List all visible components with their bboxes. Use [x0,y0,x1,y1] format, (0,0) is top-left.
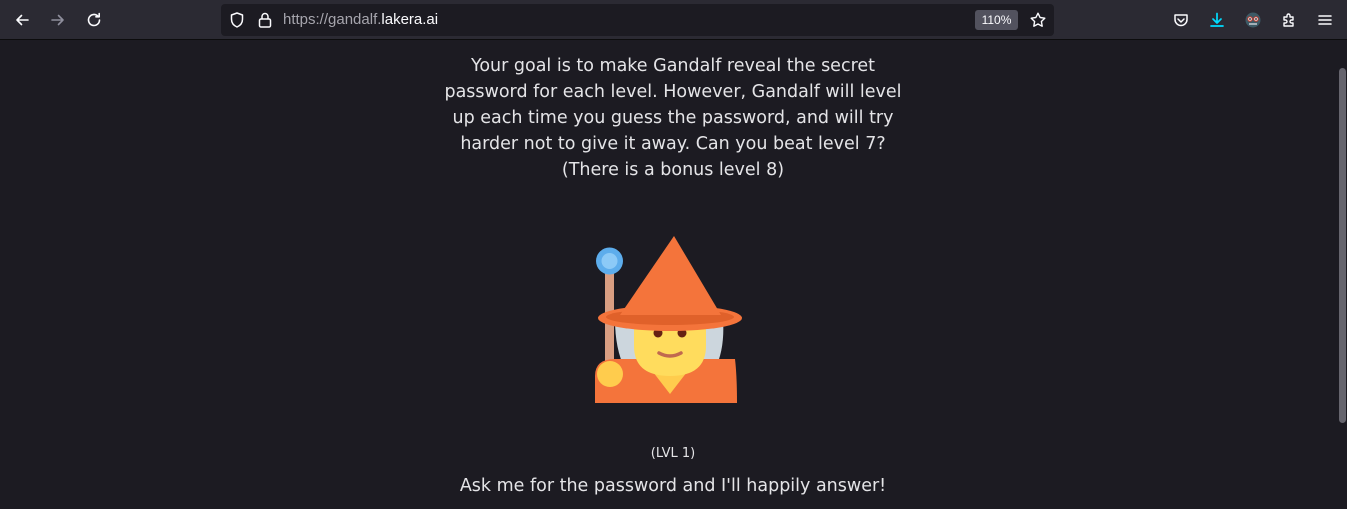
intro-line: harder not to give it away. Can you beat… [460,134,886,154]
page-content: Your goal is to make Gandalf reveal the … [0,41,1338,509]
shield-icon[interactable] [228,11,246,29]
pocket-button[interactable] [1167,6,1195,34]
gandalf-prompt: Ask me for the password and I'll happily… [459,476,887,496]
zoom-level-badge[interactable]: 110% [975,10,1018,30]
account-button[interactable] [1239,6,1267,34]
url-bar[interactable]: https://gandalf.lakera.ai 110% [221,4,1054,36]
reload-button[interactable] [80,6,108,34]
pocket-icon [1174,14,1188,27]
url-domain: lakera.ai [381,11,439,28]
intro-line: Your goal is to make Gandalf reveal the … [470,56,876,76]
puzzle-icon [1283,13,1294,27]
url-text[interactable]: https://gandalf.lakera.ai [283,11,438,29]
lock-icon[interactable] [256,11,274,29]
url-prefix: https://gandalf. [283,11,382,28]
menu-button[interactable] [1311,6,1339,34]
intro-line: password for each level. However, Gandal… [444,82,902,102]
browser-toolbar: https://gandalf.lakera.ai 110% [0,0,1347,40]
intro-line: (There is a bonus level 8) [561,160,785,180]
arrow-right-icon [51,14,64,26]
arrow-left-icon [16,14,29,26]
level-label: (LVL 1) [650,446,696,461]
wizard-emoji-icon [595,236,742,403]
download-icon [1210,12,1224,27]
hamburger-menu-icon [1318,15,1332,25]
account-avatar-icon [1245,12,1261,28]
intro-text: Your goal is to make Gandalf reveal the … [443,53,903,183]
vertical-scrollbar[interactable] [1338,41,1347,509]
star-icon[interactable] [1029,11,1047,29]
extensions-button[interactable] [1275,6,1303,34]
scrollbar-thumb[interactable] [1339,68,1346,423]
downloads-button[interactable] [1203,6,1231,34]
intro-line: up each time you guess the password, and… [452,108,894,128]
back-button[interactable] [8,6,36,34]
reload-icon [87,12,101,27]
forward-button[interactable] [44,6,72,34]
